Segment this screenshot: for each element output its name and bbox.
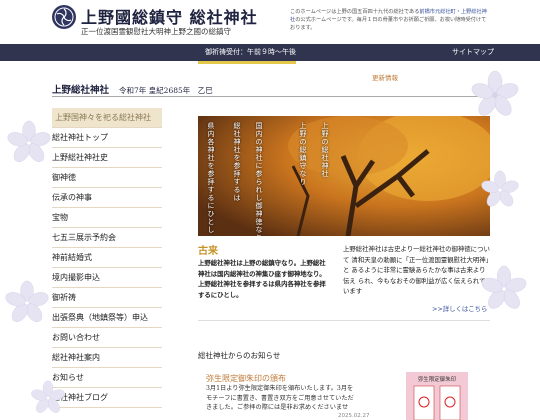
sidebar-item-history[interactable]: 上野総社神社史: [52, 148, 162, 168]
sidebar-nav: 上野国神々を祀る総社神社 総社神社トップ 上野総社神社史 御神徳 伝承の神事 宝…: [52, 108, 162, 408]
sidebar-item-blog[interactable]: 総社神社ブログ: [52, 388, 162, 408]
header-divider: [52, 96, 490, 97]
sidebar-item-rituals[interactable]: 伝承の神事: [52, 188, 162, 208]
news-item-title[interactable]: 弥生限定御朱印の頒布: [206, 373, 286, 384]
sidebar-item-shichigosan[interactable]: 七五三展示予約会: [52, 228, 162, 248]
sidebar-item-onsite-ritual[interactable]: 出張祭典（地鎮祭等）申込: [52, 308, 162, 328]
sidebar-item-photo-booking[interactable]: 境内撮影申込: [52, 268, 162, 288]
shrine-crest-logo[interactable]: [52, 5, 76, 29]
intro-paragraph: 上野総社神社は古史より一総社神社の御神徳について 清和天皇の勅願に「正一位渡国霊…: [343, 245, 490, 295]
hero-ginkgo-image: 上野の総社神社 上野の総鎮守なり 国内の神社に参られし御神徳なり 総社神社を参拝…: [198, 116, 490, 236]
prayer-hours-text: 御祈祷受付：午前９時〜午後: [205, 48, 296, 56]
sidebar-item-treasures[interactable]: 宝物: [52, 208, 162, 228]
site-header: 上野國総鎮守 総社神社 正一位渡国霊観慰社大明神上野之國の総鎮守 このホームペー…: [0, 0, 540, 44]
news-item-body: 3月1日より弥生限定御朱印を頒布いたします。3月をモチーフに書置き、書置き双方を…: [206, 385, 354, 411]
section-divider: [198, 320, 490, 321]
page-title: 上野総社神社 令和7年 皇紀2685年 乙巳: [52, 82, 213, 96]
top-nav-bar: 御祈祷受付：午前９時〜午後 サイトマップ: [0, 44, 540, 61]
nav-accent-strip: [198, 61, 296, 64]
site-title[interactable]: 上野國総鎮守 総社神社: [81, 4, 258, 28]
imperial-date: 令和7年 皇紀2685年 乙巳: [119, 86, 213, 95]
goshuin-thumbnail[interactable]: 弥生限定御朱印: [406, 372, 468, 420]
sidebar-item-top[interactable]: 総社神社トップ: [52, 128, 162, 148]
hero-text-line: 国内の神社に参られし御神徳なり: [255, 122, 263, 236]
sidebar-item-prayer[interactable]: 御祈祷: [52, 288, 162, 308]
news-item-date: 2025.02.27: [338, 413, 370, 419]
hero-text-line: 総社神社を参拝するは: [233, 122, 241, 202]
sidebar-item-news[interactable]: お知らせ: [52, 368, 162, 388]
header-note-suffix: の公式ホームページです。毎月１日の骨董市やお祈願ご祈願、お祓い随時受付けておりま…: [290, 17, 487, 31]
cherry-blossom-icon: [5, 280, 49, 322]
page-title-name: 上野総社神社: [52, 85, 110, 96]
sidebar-item-contact[interactable]: お問い合わせ: [52, 328, 162, 348]
thumbnail-title: 弥生限定御朱印: [417, 377, 457, 383]
sidebar-item-wedding[interactable]: 神前結婚式: [52, 248, 162, 268]
hero-text-line: 上野の総社神社: [321, 122, 329, 178]
news-heading: 総社神社からのお知らせ: [198, 351, 281, 360]
hero-text-line: 県内各神社を参拝するにひとし: [207, 122, 215, 234]
section-title-korai: 古来: [198, 246, 218, 257]
sidebar-item-heading[interactable]: 上野国神々を祀る総社神社: [52, 108, 162, 128]
cherry-blossom-icon: [471, 70, 519, 116]
section-body-korai: 上野総社神社は上野の総鎮守なり。上野総社 神社は国内総神社の神集ひ座す御神地なり…: [198, 259, 326, 299]
sidebar-item-guide[interactable]: 総社神社案内: [52, 348, 162, 368]
cherry-blossom-icon: [7, 120, 51, 162]
sidebar-item-virtues[interactable]: 御神徳: [52, 168, 162, 188]
header-note-prefix: このホームページは上野の国五百四十九代の総社である: [290, 9, 420, 15]
header-note: このホームページは上野の国五百四十九代の総社である前橋市元総社町・上野総社神社の…: [290, 8, 490, 32]
hero-text-line: 上野の総鎮守なり: [299, 122, 307, 186]
site-subtitle: 正一位渡国霊観慰社大明神上野之國の総鎮守: [81, 27, 231, 36]
updates-label[interactable]: 更新情報: [372, 72, 398, 82]
sitemap-link[interactable]: サイトマップ: [452, 47, 494, 57]
read-more-link[interactable]: >>詳しくはこちら: [432, 304, 487, 313]
